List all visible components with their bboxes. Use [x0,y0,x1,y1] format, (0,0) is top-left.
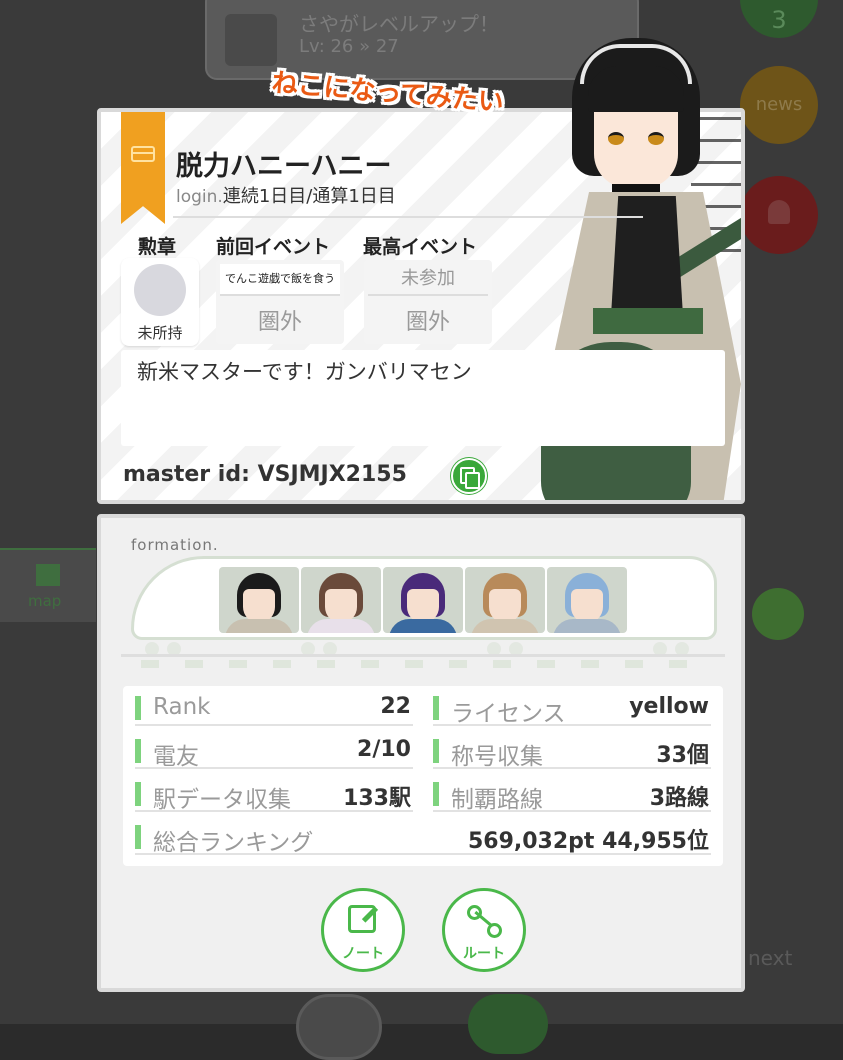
stat-label: 制覇路線 [451,787,543,813]
notification-button [740,176,818,254]
stat-label: 駅データ収集 [153,787,291,813]
stat-label: 電友 [153,744,199,770]
pencil-note-icon [348,905,376,933]
copy-icon[interactable] [451,458,487,494]
stat-value: 569,032pt 44,955位 [467,829,709,854]
character-thumbnail [225,14,277,66]
rail [121,654,725,657]
formation-slot[interactable] [301,567,381,633]
bottom-nav-button [296,994,382,1060]
login-days: 連続1日目/通算1日目 [222,186,396,207]
last-event-header: 前回イベント [216,236,331,258]
notice-title: さやがレベルアップ！ [299,12,499,36]
medal-status: 未所持 [137,324,183,342]
stat-ranking: 総合ランキング 569,032pt 44,955位 [135,821,711,856]
stat-label: 総合ランキング [153,830,314,856]
best-event-rank: 圏外 [405,310,450,335]
route-label: ルート [463,946,505,962]
stat-value: 133駅 [343,786,411,811]
map-label: map [28,592,62,610]
bottom-nav-button-active [468,994,548,1054]
note-button[interactable]: ノート [321,888,405,972]
stat-lines: 制覇路線 3路線 [433,778,711,813]
id-card-icon [131,146,155,162]
character-head [572,38,700,192]
stat-label: Rank [153,694,211,720]
best-event-name: 未参加 [368,264,488,296]
best-event-header: 最高イベント [363,236,478,258]
news-label: news [755,94,803,115]
master-id-row: master id: VSJMJX2155 [123,462,407,487]
divider [173,216,643,218]
stat-value: yellow [629,694,709,719]
stat-friends: 電友 2/10 [135,735,413,770]
stat-label: ライセンス [451,701,566,727]
map-button: map [0,548,96,622]
profile-comment: 新米マスターです！ガンバリマセン [137,360,472,384]
stats-panel: Rank 22 ライセンス yellow 電友 2/10 称号収集 33個 駅デ… [123,686,723,866]
map-icon [36,564,60,586]
formation-slot[interactable] [547,567,627,633]
stat-label: 称号収集 [451,744,543,770]
medal-icon [134,264,186,316]
login-prefix: login. [176,187,223,207]
login-status: login.連続1日目/通算1日目 [176,182,396,208]
master-id-value: VSJMJX2155 [257,462,407,487]
bell-icon [768,200,790,224]
gear-icon [752,588,804,640]
formation-slot[interactable] [383,567,463,633]
profile-ribbon [121,112,165,224]
master-id-label: master id: [123,462,250,487]
stat-stations: 駅データ収集 133駅 [135,778,413,813]
route-icon [467,905,503,938]
badge-button: 3 [740,0,818,38]
note-label: ノート [342,946,384,962]
route-button[interactable]: ルート [442,888,526,972]
stat-titles: 称号収集 33個 [433,735,711,770]
notice-level: Lv: 26 » 27 [299,36,399,57]
best-event-box[interactable]: 未参加 圏外 [364,260,492,344]
last-event-rank: 圏外 [257,310,302,335]
medal-header: 勲章 [138,236,177,258]
stat-value: 3路線 [649,786,709,811]
last-event-box[interactable]: でんこ遊戯で飯を食う 圏外 [216,260,344,344]
next-label: next [748,946,793,970]
stat-value: 22 [380,694,411,719]
stat-rank: Rank 22 [135,692,413,726]
player-name: 脱力ハニーハニー [176,151,392,182]
news-button: news [740,66,818,144]
stat-value: 2/10 [357,737,411,762]
last-event-logo: でんこ遊戯で飯を食う [220,264,340,296]
formation-slot[interactable] [465,567,545,633]
badge-count: 3 [771,6,787,34]
stat-license: ライセンス yellow [433,692,711,727]
medal-slot[interactable]: 未所持 [121,258,199,346]
stats-card: formation. Rank 22 ライセンス yellow 電友 2/10 … [97,514,745,992]
rail-ties [141,660,711,668]
formation-label: formation. [131,536,219,554]
formation-slot[interactable] [219,567,299,633]
stat-value: 33個 [656,743,709,768]
